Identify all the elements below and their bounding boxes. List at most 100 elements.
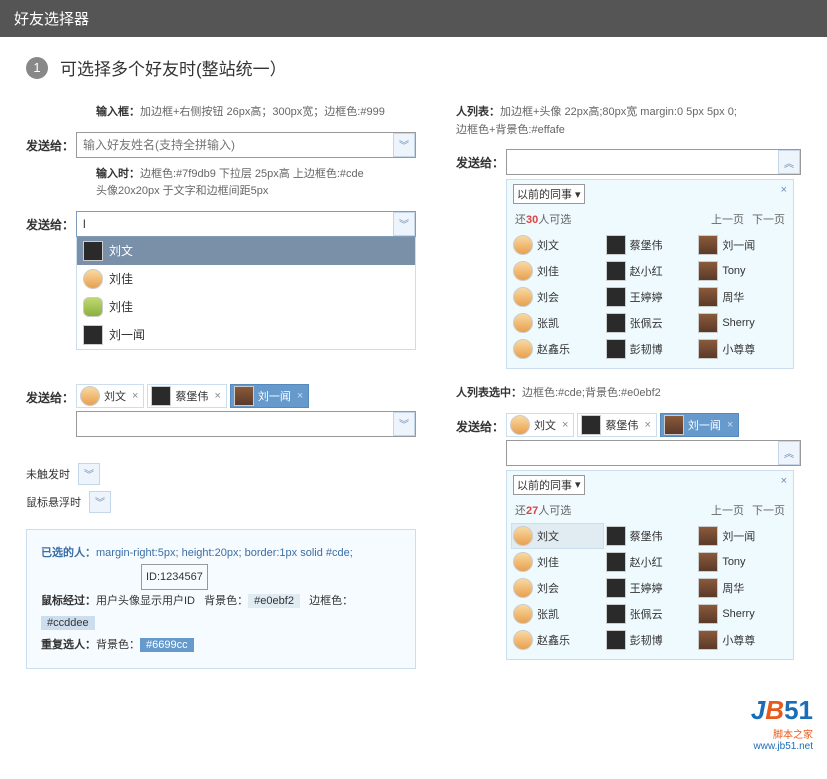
friend-chip[interactable]: 刘一闻× <box>230 384 309 408</box>
avatar <box>151 386 171 406</box>
spec-list: 人列表：加边框+头像 22px高;80px宽 margin:0 5px 5px … <box>456 104 801 139</box>
friend-cell[interactable]: 周华 <box>696 284 789 310</box>
prev-page[interactable]: 上一页 <box>711 214 744 226</box>
friend-cell[interactable]: 小尊尊 <box>696 627 789 653</box>
avatar <box>83 297 103 317</box>
friend-cell[interactable]: 刘文 <box>511 232 604 258</box>
friend-input-with-chips[interactable] <box>76 411 416 437</box>
avatar <box>698 578 718 598</box>
dropdown-item[interactable]: 刘佳 <box>77 265 415 293</box>
friend-panel-selected: 以前的同事▾ × 还27人可选 上一页下一页 刘文蔡堡伟刘一闻刘佳赵小红Tony… <box>506 470 794 660</box>
close-icon[interactable]: × <box>781 184 787 196</box>
avatar <box>513 578 533 598</box>
friend-cell[interactable]: 彭韧博 <box>604 627 697 653</box>
friend-chip[interactable]: 刘文× <box>506 413 574 437</box>
content: 1 可选择多个好友时(整站统一） 输入框：加边框+右侧按钮 26px高；300p… <box>0 37 827 687</box>
friend-cell[interactable]: 赵小红 <box>604 258 697 284</box>
avatar <box>698 313 718 333</box>
friend-cell[interactable]: 蔡堡伟 <box>604 232 697 258</box>
friend-input-empty[interactable] <box>76 132 416 158</box>
dropdown-item[interactable]: 刘文 <box>77 237 415 265</box>
next-page[interactable]: 下一页 <box>752 214 785 226</box>
friend-cell[interactable]: Sherry <box>696 601 789 627</box>
friend-input-typing[interactable] <box>76 211 416 237</box>
dropdown-toggle[interactable] <box>393 412 415 436</box>
avatar <box>698 630 718 650</box>
friend-cell[interactable]: 王婷婷 <box>604 284 697 310</box>
remove-icon[interactable]: × <box>295 390 305 402</box>
friend-cell[interactable]: 刘会 <box>511 284 604 310</box>
friend-input-panel[interactable] <box>506 149 801 175</box>
avatar <box>513 287 533 307</box>
label-send-to: 发送给： <box>456 413 506 435</box>
chevron-down-icon[interactable]: ︾ <box>78 463 100 485</box>
friend-chip[interactable]: 刘一闻× <box>660 413 739 437</box>
friend-cell[interactable]: 刘一闻 <box>696 523 789 549</box>
dropdown-toggle[interactable] <box>393 133 415 157</box>
friend-chip[interactable]: 蔡堡伟× <box>577 413 656 437</box>
dropdown-toggle-collapse[interactable] <box>778 441 800 465</box>
chevron-down-icon[interactable]: ︾ <box>89 491 111 513</box>
category-select[interactable]: 以前的同事▾ <box>513 184 585 204</box>
page-header: 好友选择器 <box>0 0 827 37</box>
avatar <box>698 604 718 624</box>
footer-logo: JB51 脚本之家www.jb51.net <box>0 687 827 760</box>
friend-cell[interactable]: 张佩云 <box>604 601 697 627</box>
avatar <box>606 604 626 624</box>
selected-spec-box: 已选的人：margin-right:5px; height:20px; bord… <box>26 529 416 669</box>
avatar <box>698 526 718 546</box>
avatar <box>513 339 533 359</box>
friend-cell[interactable]: 赵小红 <box>604 549 697 575</box>
friend-cell[interactable]: 刘一闻 <box>696 232 789 258</box>
friend-input-panel[interactable] <box>506 440 801 466</box>
friend-cell[interactable]: 赵鑫乐 <box>511 627 604 653</box>
label-send-to: 发送给： <box>26 211 76 233</box>
friend-cell[interactable]: 张凯 <box>511 310 604 336</box>
avatar <box>606 339 626 359</box>
friend-cell[interactable]: 张凯 <box>511 601 604 627</box>
close-icon[interactable]: × <box>781 475 787 487</box>
friend-grid: 刘文蔡堡伟刘一闻刘佳赵小红Tony 刘会王婷婷周华张凯张佩云Sherry 赵鑫乐彭韧… <box>507 521 793 659</box>
friend-cell[interactable]: 小尊尊 <box>696 336 789 362</box>
remove-icon[interactable]: × <box>560 419 570 431</box>
remove-icon[interactable]: × <box>642 419 652 431</box>
friend-cell[interactable]: 蔡堡伟 <box>604 523 697 549</box>
avatar <box>513 313 533 333</box>
avatar <box>513 261 533 281</box>
avatar <box>513 630 533 650</box>
friend-cell[interactable]: 刘会 <box>511 575 604 601</box>
avatar <box>510 415 530 435</box>
friend-cell[interactable]: 彭韧博 <box>604 336 697 362</box>
spec-input: 输入框：加边框+右侧按钮 26px高；300px宽；边框色:#999 <box>96 104 416 122</box>
dropdown-item[interactable]: 刘一闻 <box>77 321 415 349</box>
dropdown-toggle-collapse[interactable] <box>778 150 800 174</box>
friend-cell[interactable]: 张佩云 <box>604 310 697 336</box>
friend-cell[interactable]: 王婷婷 <box>604 575 697 601</box>
friend-cell[interactable]: Tony <box>696 258 789 284</box>
friend-cell[interactable]: 周华 <box>696 575 789 601</box>
chevron-down-icon: ▾ <box>575 478 581 491</box>
avatar <box>83 269 103 289</box>
spec-typing: 输入时：边框色:#7f9db9 下拉层 25px高 上边框色:#cde 头像20… <box>96 166 416 201</box>
friend-cell[interactable]: 刘佳 <box>511 549 604 575</box>
prev-page[interactable]: 上一页 <box>711 505 744 517</box>
friend-cell[interactable]: 刘佳 <box>511 258 604 284</box>
friend-cell[interactable]: 赵鑫乐 <box>511 336 604 362</box>
next-page[interactable]: 下一页 <box>752 505 785 517</box>
dropdown-toggle[interactable] <box>393 212 415 236</box>
remove-icon[interactable]: × <box>130 390 140 402</box>
selected-chips: 刘文×蔡堡伟×刘一闻× <box>506 413 801 437</box>
avatar <box>698 552 718 572</box>
remove-icon[interactable]: × <box>212 390 222 402</box>
category-select[interactable]: 以前的同事▾ <box>513 475 585 495</box>
id-display: ID:1234567 <box>141 564 208 590</box>
dropdown-item[interactable]: 刘佳 <box>77 293 415 321</box>
friend-cell[interactable]: Tony <box>696 549 789 575</box>
friend-chip[interactable]: 刘文× <box>76 384 144 408</box>
friend-chip[interactable]: 蔡堡伟× <box>147 384 226 408</box>
label-send-to: 发送给： <box>26 384 76 406</box>
friend-cell[interactable]: Sherry <box>696 310 789 336</box>
remove-icon[interactable]: × <box>725 419 735 431</box>
avatar <box>606 313 626 333</box>
friend-cell[interactable]: 刘文 <box>511 523 604 549</box>
